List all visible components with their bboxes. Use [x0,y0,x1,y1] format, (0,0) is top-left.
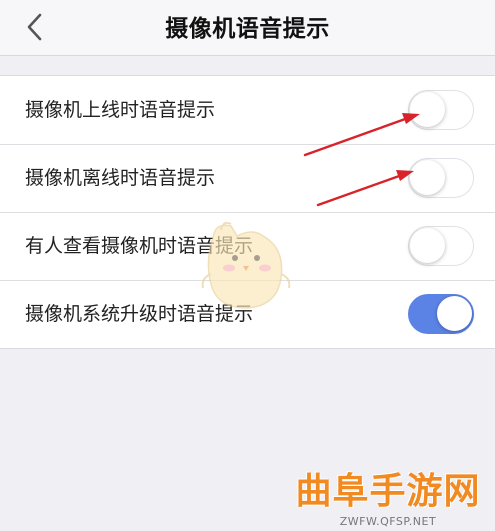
setting-row-camera-offline: 摄像机离线时语音提示 [0,144,495,212]
camera-offline-toggle[interactable] [408,158,474,198]
setting-label: 摄像机上线时语音提示 [25,99,216,121]
toggle-knob [410,92,445,127]
site-watermark: 曲阜手游网 ZWFW.QFSP.NET [282,470,494,531]
screen: 摄像机语音提示 摄像机上线时语音提示 摄像机离线时语音提示 有人查看摄像机时语音… [0,0,495,531]
toggle-knob [410,160,445,195]
setting-row-camera-online: 摄像机上线时语音提示 [0,76,495,144]
toggle-knob [437,296,472,331]
mascot-watermark-icon [201,221,291,309]
camera-online-toggle[interactable] [408,90,474,130]
setting-label: 摄像机离线时语音提示 [25,167,216,189]
page-title: 摄像机语音提示 [165,16,330,42]
someone-viewing-toggle[interactable] [408,226,474,266]
toggle-knob [410,228,445,263]
navigation-bar: 摄像机语音提示 [0,0,495,56]
system-upgrade-toggle[interactable] [408,294,474,334]
watermark-url: ZWFW.QFSP.NET [339,515,437,528]
watermark-logo: 曲阜手游网 [295,470,481,512]
